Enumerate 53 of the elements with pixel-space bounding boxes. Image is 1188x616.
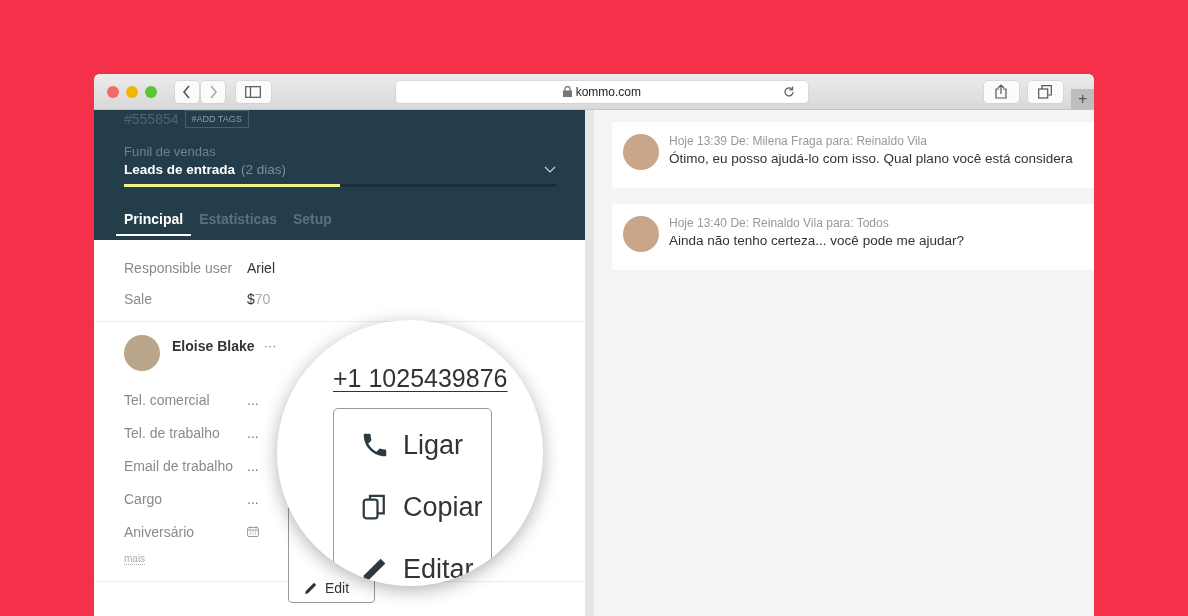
field-label: Tel. comercial <box>124 391 211 408</box>
calendar-icon[interactable] <box>247 526 259 537</box>
stage-name[interactable]: Leads de entrada <box>124 162 236 177</box>
menu-item[interactable]: Copiar <box>360 489 491 525</box>
message-meta: Hoje 13:40 De: Reinaldo Vila para: Todos <box>669 216 890 230</box>
avatar-placeholder <box>124 335 160 371</box>
field-placeholder[interactable]: ... <box>247 424 259 441</box>
phone-link[interactable]: +1 1025439876 <box>333 364 508 393</box>
more-link[interactable]: mais <box>124 553 146 565</box>
field-label: Aniversário <box>124 523 196 540</box>
field-label: Cargo <box>124 490 164 507</box>
more-options-icon[interactable]: ··· <box>263 338 277 353</box>
address-bar[interactable]: kommo.com <box>395 80 809 103</box>
chevron-right-icon <box>208 84 218 99</box>
share-icon <box>995 84 1008 99</box>
message-text: Ótimo, eu posso ajudá-lo com isso. Qual plano você está considera <box>669 151 1073 166</box>
field-value[interactable]: 70 <box>254 291 271 307</box>
avatar-placeholder <box>623 134 659 170</box>
field-placeholder[interactable]: ... <box>247 391 259 408</box>
contact-name[interactable]: Eloise Blake <box>172 338 255 354</box>
address-text: kommo.com <box>575 84 641 99</box>
pipeline-label: Funil de vendas <box>124 144 217 159</box>
pencil-icon <box>304 581 318 595</box>
lock-icon <box>562 86 572 97</box>
sidebar-button[interactable] <box>236 80 271 103</box>
field-placeholder[interactable]: ... <box>247 457 259 474</box>
field-placeholder[interactable]: ... <box>247 490 259 507</box>
new-tab-button[interactable]: + <box>1071 88 1094 109</box>
maximize-icon[interactable] <box>145 85 157 98</box>
chevron-down-icon[interactable] <box>544 166 556 173</box>
field-label: Responsible user <box>124 260 234 276</box>
back-button[interactable] <box>175 80 199 103</box>
close-icon[interactable] <box>107 85 119 98</box>
field-value[interactable]: Ariel <box>247 260 275 276</box>
minimize-icon[interactable] <box>126 85 138 98</box>
reload-icon[interactable] <box>783 85 796 98</box>
field-label: Sale <box>124 291 154 307</box>
share-button[interactable] <box>984 80 1019 103</box>
message-text: Ainda não tenho certeza... você pode me ajudar? <box>669 233 964 248</box>
chevron-left-icon <box>182 84 192 99</box>
sidebar-icon <box>245 85 262 98</box>
menu-item[interactable]: Editar <box>360 551 491 586</box>
add-tags-button[interactable]: #ADD TAGS <box>184 110 249 128</box>
message-meta: Hoje 13:39 De: Milena Fraga para: Reinaldo Vila <box>669 134 928 148</box>
avatar-placeholder <box>623 216 659 252</box>
menu-item[interactable]: Ligar <box>360 427 491 463</box>
tabs-icon <box>1038 84 1053 99</box>
field-label: Email de trabalho <box>124 457 234 474</box>
currency-symbol: $ <box>247 291 255 307</box>
tabs-button[interactable] <box>1027 80 1064 103</box>
field-label: Tel. de trabalho <box>124 424 221 441</box>
tab[interactable]: Principal <box>116 207 192 236</box>
stage-duration: (2 dias) <box>241 162 287 177</box>
